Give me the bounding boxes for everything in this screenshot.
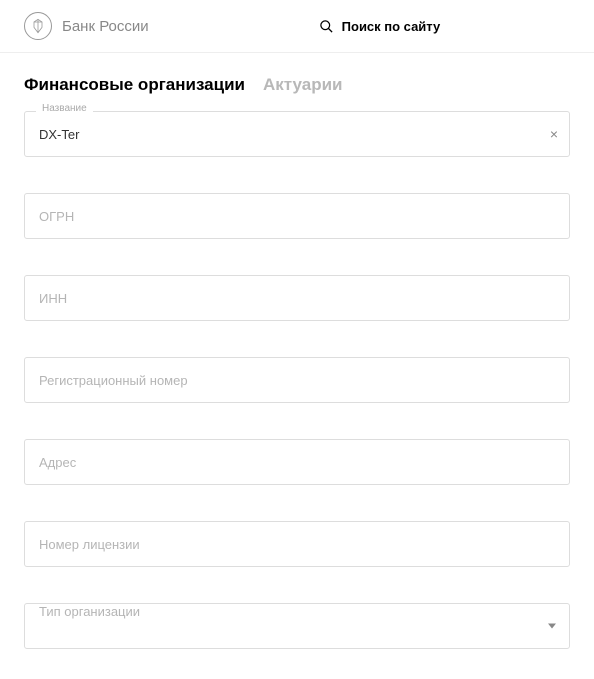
site-header: Банк России Поиск по сайту <box>0 0 594 53</box>
license-input[interactable] <box>24 521 570 567</box>
tab-actuaries[interactable]: Актуарии <box>263 75 343 95</box>
field-name-wrap: Название × <box>24 111 570 157</box>
site-name: Банк России <box>62 18 149 35</box>
tab-financial-orgs[interactable]: Финансовые организации <box>24 75 245 95</box>
field-license-wrap <box>24 521 570 567</box>
name-input[interactable] <box>24 111 570 157</box>
clear-icon[interactable]: × <box>550 127 558 141</box>
search-icon <box>319 19 334 34</box>
inn-input[interactable] <box>24 275 570 321</box>
chevron-down-icon <box>548 624 556 629</box>
ogrn-input[interactable] <box>24 193 570 239</box>
site-search[interactable]: Поиск по сайту <box>319 19 441 34</box>
field-reg-number-wrap <box>24 357 570 403</box>
field-ogrn-wrap <box>24 193 570 239</box>
org-type-select[interactable]: Тип организации <box>24 603 570 649</box>
search-label: Поиск по сайту <box>342 19 441 34</box>
field-org-type-wrap: Тип организации <box>24 603 570 649</box>
logo-block[interactable]: Банк России <box>24 12 149 40</box>
logo-icon <box>24 12 52 40</box>
field-address-wrap <box>24 439 570 485</box>
name-label: Название <box>36 103 93 114</box>
address-input[interactable] <box>24 439 570 485</box>
tabs: Финансовые организации Актуарии <box>0 53 594 105</box>
field-inn-wrap <box>24 275 570 321</box>
reg-number-input[interactable] <box>24 357 570 403</box>
search-form: Название × Тип организации <box>0 105 594 679</box>
